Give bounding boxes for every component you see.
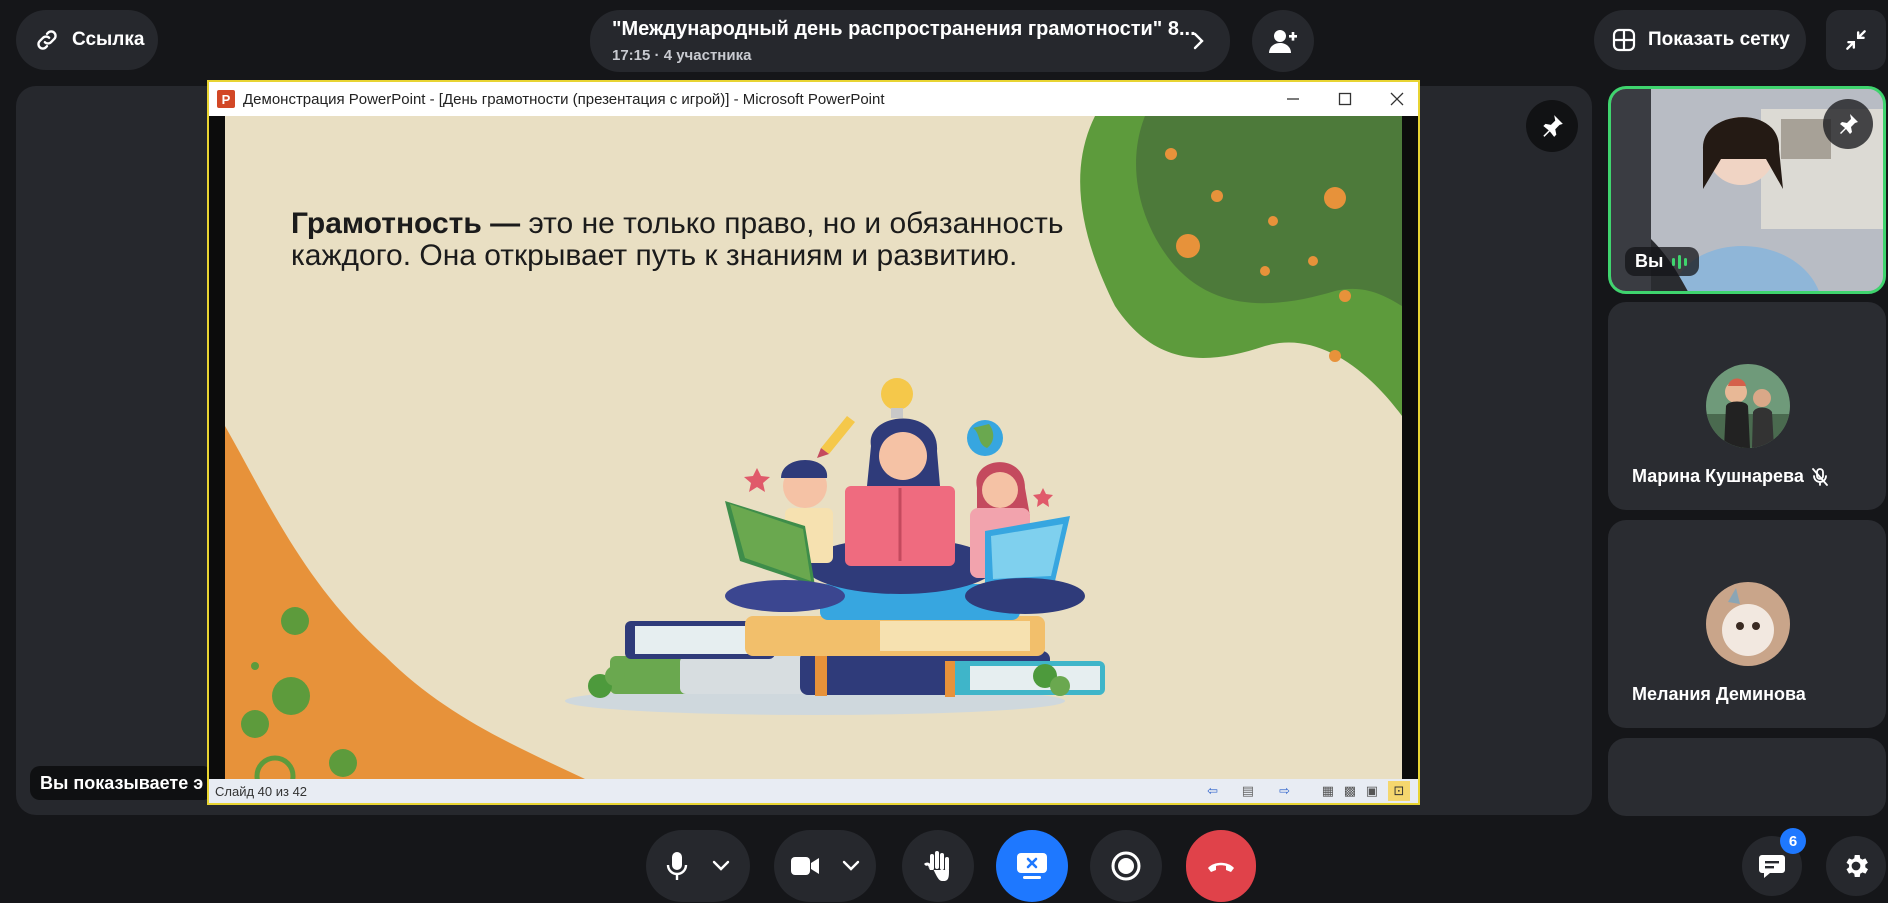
pin-stage-button[interactable]: [1526, 100, 1578, 152]
microphone-icon: [666, 852, 688, 880]
leave-call-button[interactable]: [1186, 830, 1256, 902]
camera-button[interactable]: [774, 830, 876, 902]
screen-share-label: Вы показываете э: [30, 766, 214, 800]
collapse-button[interactable]: [1826, 10, 1886, 70]
powerpoint-window: P Демонстрация PowerPoint - [День грамот…: [207, 80, 1420, 805]
chevron-right-icon: [1193, 32, 1204, 50]
record-button[interactable]: [1090, 830, 1162, 902]
reading-view-icon[interactable]: ▣: [1366, 783, 1378, 799]
avatar: [1706, 364, 1790, 448]
camera-icon: [791, 857, 819, 875]
microphone-button[interactable]: [646, 830, 750, 902]
link-icon: [37, 30, 57, 50]
show-grid-button[interactable]: Показать сетку: [1594, 10, 1806, 70]
chevron-down-icon[interactable]: [842, 860, 860, 872]
link-button[interactable]: Ссылка: [16, 10, 158, 70]
participant-name-row: Мелания Деминова: [1632, 684, 1806, 705]
stop-screen-share-button[interactable]: [996, 830, 1068, 902]
screen-share-stop-icon: [1017, 853, 1047, 879]
self-name-badge: Вы: [1625, 247, 1700, 276]
grid-label: Показать сетку: [1648, 29, 1790, 50]
pin-icon: [1543, 115, 1563, 137]
hang-up-icon: [1208, 862, 1234, 872]
powerpoint-app-icon: P: [217, 90, 235, 108]
participant-tile[interactable]: [1608, 738, 1886, 816]
slide-bold-term: Грамотность —: [291, 207, 521, 240]
speaking-indicator-icon: [1672, 254, 1688, 269]
normal-view-icon[interactable]: ▦: [1322, 783, 1334, 799]
maximize-icon[interactable]: [1338, 92, 1352, 106]
chevron-down-icon[interactable]: [712, 860, 730, 872]
gear-icon: [1846, 855, 1868, 877]
pin-self-button[interactable]: [1823, 99, 1873, 149]
collapse-icon: [1846, 30, 1866, 50]
self-name: Вы: [1635, 251, 1664, 271]
add-user-icon: [1269, 30, 1297, 53]
presentation-slide: Грамотность — это не только право, но и …: [225, 116, 1402, 779]
mic-muted-icon: [1812, 467, 1828, 486]
slide-text: Грамотность — это не только право, но и …: [291, 208, 1111, 272]
settings-button[interactable]: [1826, 836, 1886, 896]
participant-tile[interactable]: Марина Кушнарева: [1608, 302, 1886, 510]
close-icon[interactable]: [1390, 92, 1404, 106]
participant-name-row: Марина Кушнарева: [1632, 466, 1828, 487]
powerpoint-titlebar: P Демонстрация PowerPoint - [День грамот…: [209, 82, 1418, 116]
avatar: [1706, 582, 1790, 666]
record-icon: [1111, 851, 1141, 881]
minimize-icon[interactable]: [1286, 92, 1300, 106]
participant-tile[interactable]: Мелания Деминова: [1608, 520, 1886, 728]
add-participant-button[interactable]: [1252, 10, 1314, 72]
participant-name: Марина Кушнарева: [1632, 466, 1804, 486]
next-slide-icon[interactable]: ⇨: [1279, 783, 1290, 799]
pin-icon: [1840, 114, 1858, 134]
powerpoint-window-title: Демонстрация PowerPoint - [День грамотно…: [243, 90, 885, 108]
sorter-view-icon[interactable]: ▩: [1344, 783, 1356, 799]
slideshow-view-icon[interactable]: ⊡: [1388, 781, 1410, 801]
powerpoint-statusbar: Слайд 40 из 42 ⇦ ▤ ⇨ ▦ ▩ ▣ ⊡: [209, 779, 1418, 803]
meeting-title: "Международный день распространения грам…: [612, 18, 1196, 40]
self-video-tile[interactable]: Вы: [1608, 86, 1886, 294]
meeting-meta: 17:15 · 4 участника: [612, 47, 752, 64]
prev-slide-icon[interactable]: ⇦: [1207, 783, 1218, 799]
chat-icon: [1759, 855, 1785, 878]
raise-hand-icon: [924, 851, 949, 881]
raise-hand-button[interactable]: [902, 830, 974, 902]
chat-unread-badge: 6: [1780, 828, 1806, 854]
meeting-info-button[interactable]: "Международный день распространения грам…: [590, 10, 1230, 72]
participant-name: Мелания Деминова: [1632, 684, 1806, 704]
link-label: Ссылка: [72, 29, 145, 50]
notes-icon[interactable]: ▤: [1242, 783, 1254, 799]
grid-icon: [1612, 28, 1636, 52]
slide-counter: Слайд 40 из 42: [215, 783, 308, 799]
